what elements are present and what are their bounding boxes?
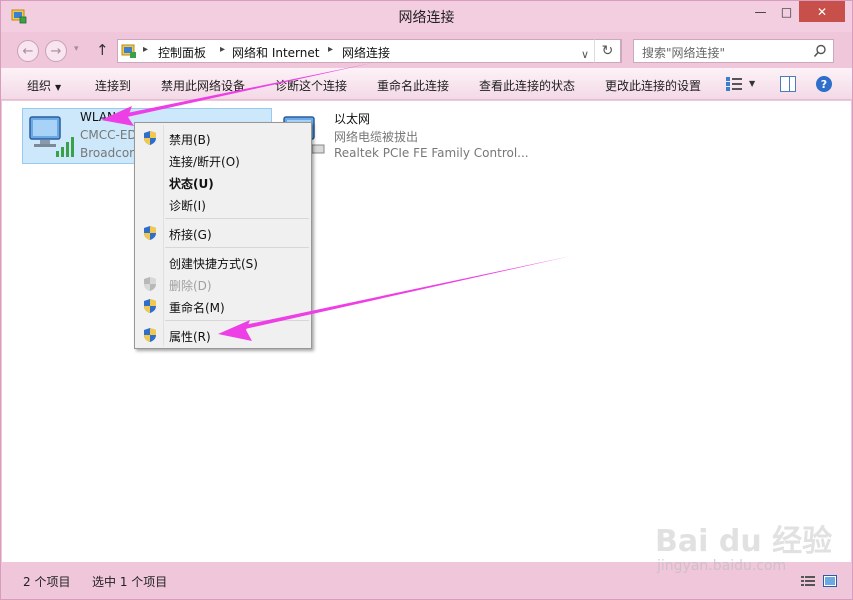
context-menu: 禁用(B) 连接/断开(O) 状态(U) 诊断(I) 桥接(G) 创建快捷方式(… [134,122,312,349]
breadcrumb-separator[interactable]: ▸ [143,44,148,55]
item-network-wlan: CMCC-ED [80,128,137,142]
breadcrumb-separator[interactable]: ▸ [328,44,333,55]
connect-to-button[interactable]: 连接到 [95,77,131,94]
up-button[interactable]: ↑ [96,41,109,59]
menu-separator [165,247,309,248]
navigation-bar: ← → ▾ ↑ ▸ 控制面板 ▸ 网络和 Internet ▸ 网络连接 ∨ ↻… [1,32,852,68]
breadcrumb-separator[interactable]: ▸ [220,44,225,55]
watermark-brand: Bai du 经验 [655,524,833,559]
help-icon[interactable]: ? [816,76,832,92]
item-name-ethernet: 以太网 [334,112,371,126]
breadcrumb-network-internet[interactable]: 网络和 Internet [232,44,319,61]
view-status-button[interactable]: 查看此连接的状态 [479,77,575,94]
menu-item-label: 删除(D) [169,279,212,293]
menu-item-label: 状态(U) [169,177,214,191]
diagnose-button[interactable]: 诊断这个连接 [275,77,347,94]
watermark-logo: Bai du 经验 jingyan.baidu.com [655,516,832,576]
uac-shield-icon [144,299,156,313]
menu-item-label: 诊断(I) [169,199,206,213]
menu-item-label: 禁用(B) [169,133,211,147]
preview-pane-icon[interactable] [780,76,796,92]
forward-button[interactable]: → [45,40,67,62]
uac-shield-icon [144,328,156,342]
menu-item-label: 创建快捷方式(S) [169,257,258,271]
menu-item-connect[interactable]: 连接/断开(O) [137,149,309,171]
menu-item-label: 属性(R) [169,330,211,344]
menu-item-disable[interactable]: 禁用(B) [137,127,309,149]
menu-item-create-shortcut[interactable]: 创建快捷方式(S) [137,251,309,273]
organize-label: 组织 [27,79,52,93]
search-icon[interactable] [813,44,827,58]
details-view-icon[interactable] [801,575,815,587]
recent-locations-button[interactable]: ▾ [74,44,79,54]
rename-button[interactable]: 重命名此连接 [377,77,449,94]
uac-shield-icon [144,226,156,240]
breadcrumb-control-panel[interactable]: 控制面板 [158,44,206,61]
menu-item-diagnose[interactable]: 诊断(I) [137,193,309,215]
watermark-url: jingyan.baidu.com [657,558,787,574]
menu-item-rename[interactable]: 重命名(M) [137,295,309,317]
view-options-icon[interactable] [725,76,743,92]
menu-item-label: 重命名(M) [169,301,225,315]
address-dropdown-button[interactable]: ∨ [581,48,589,61]
title-bar[interactable]: 网络连接 — □ ✕ [1,1,852,32]
selected-count: 选中 1 个项目 [92,575,168,589]
menu-item-delete: 删除(D) [137,273,309,295]
menu-item-properties[interactable]: 属性(R) [137,324,309,346]
search-placeholder: 搜索"网络连接" [642,46,726,60]
change-settings-button[interactable]: 更改此连接的设置 [605,77,701,94]
command-bar: 组织 ▼ 连接到 禁用此网络设备 诊断这个连接 重命名此连接 查看此连接的状态 更… [1,68,852,100]
control-panel-icon [121,44,136,58]
window-title: 网络连接 [398,10,455,26]
item-device-wlan: Broadcor [80,146,135,160]
item-count: 2 个项目 [23,575,71,589]
minimize-button[interactable]: — [747,1,774,22]
large-icons-view-icon[interactable] [823,575,837,587]
maximize-button[interactable]: □ [774,1,799,22]
file-list[interactable]: WLAN CMCC-ED Broadcor 以太网 网络电缆被拔出 Realte… [2,101,851,562]
disable-device-button[interactable]: 禁用此网络设备 [161,77,245,94]
close-button[interactable]: ✕ [799,1,845,22]
menu-item-label: 连接/断开(O) [169,155,240,169]
uac-shield-icon [144,131,156,145]
back-button[interactable]: ← [17,40,39,62]
uac-shield-disabled-icon [144,277,156,291]
breadcrumb-network-connections[interactable]: 网络连接 [342,44,390,61]
item-name-wlan: WLAN [80,110,117,124]
search-input[interactable]: 搜索"网络连接" [633,39,834,63]
item-status-ethernet: 网络电缆被拔出 [334,130,419,144]
menu-item-label: 桥接(G) [169,228,212,242]
view-options-chevron-icon[interactable]: ▼ [749,79,755,88]
address-bar[interactable]: ▸ 控制面板 ▸ 网络和 Internet ▸ 网络连接 ∨ [117,39,622,63]
wireless-adapter-icon[interactable] [26,111,74,159]
menu-item-status[interactable]: 状态(U) [137,171,309,193]
explorer-window: 网络连接 — □ ✕ ← → ▾ ↑ ▸ 控制面板 ▸ 网络和 Internet… [0,0,853,600]
menu-separator [165,218,309,219]
organize-button[interactable]: 组织 ▼ [27,77,61,94]
item-device-ethernet: Realtek PCIe FE Family Control... [334,146,529,160]
menu-separator [165,320,309,321]
menu-item-bridge[interactable]: 桥接(G) [137,222,309,244]
refresh-button[interactable]: ↻ [594,39,621,63]
chevron-down-icon: ▼ [55,83,62,92]
